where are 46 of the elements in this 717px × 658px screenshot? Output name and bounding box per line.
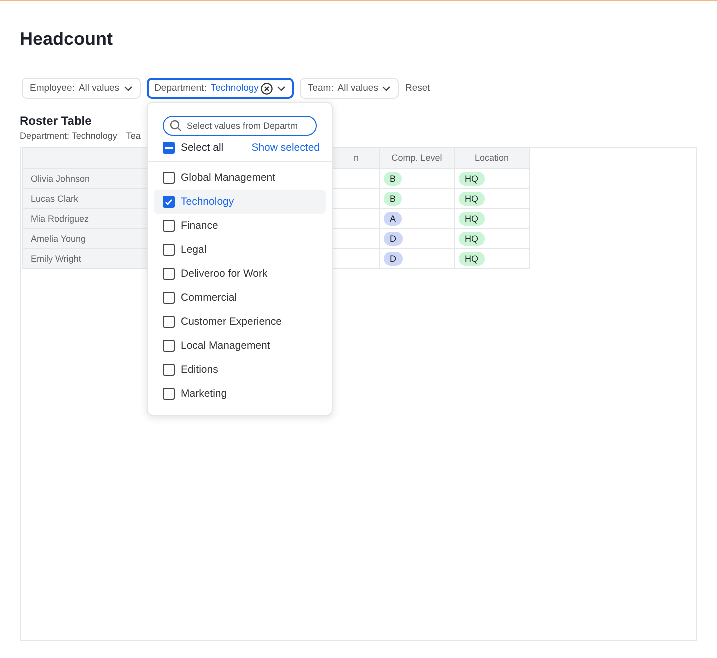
option-checkbox[interactable]: Global Management: [154, 166, 326, 190]
chevron-down-icon: [382, 86, 392, 92]
clear-icon[interactable]: [260, 82, 273, 94]
column-header: Location: [474, 153, 510, 163]
location-badge: HQ: [459, 232, 484, 246]
reset-button[interactable]: Reset: [405, 83, 430, 94]
search-field[interactable]: Select values from Departm: [163, 116, 317, 136]
page-title: Headcount: [20, 28, 114, 51]
option-checkbox[interactable]: Local Management: [154, 334, 326, 358]
level-badge: B: [384, 192, 402, 206]
option-checkbox[interactable]: Finance: [154, 214, 326, 238]
option-checkbox[interactable]: Deliveroo for Work: [154, 262, 326, 286]
select-all-checkbox[interactable]: Select all: [163, 142, 224, 154]
checkmark-icon: [165, 198, 173, 206]
location-badge: HQ: [459, 252, 484, 266]
employee-name: Olivia Johnson: [31, 174, 90, 184]
column-header: n: [354, 153, 359, 163]
option-checkbox[interactable]: Legal: [154, 238, 326, 262]
level-badge: D: [384, 232, 402, 246]
employee-name: Amelia Young: [31, 234, 86, 244]
level-badge: B: [384, 172, 402, 186]
location-badge: HQ: [459, 172, 484, 186]
option-checkbox[interactable]: Customer Experience: [154, 310, 326, 334]
option-checkbox[interactable]: Technology: [154, 190, 326, 214]
table-title: Roster Table: [20, 114, 92, 128]
filter-summary: Department: Technology: [20, 131, 118, 141]
option-checkbox[interactable]: Commercial: [154, 286, 326, 310]
option-checkbox[interactable]: Marketing: [154, 382, 326, 406]
show-selected-link[interactable]: Show selected: [252, 142, 320, 154]
chevron-down-icon: [276, 86, 286, 92]
level-badge: D: [384, 252, 402, 266]
search-icon: [170, 120, 182, 132]
column-header: Comp. Level: [390, 153, 444, 163]
minus-icon: [165, 147, 173, 149]
chevron-down-icon: [124, 86, 133, 92]
filter-dropdown[interactable]: Employee: All values: [22, 78, 141, 99]
option-checkbox[interactable]: Editions: [154, 358, 326, 382]
filter-summary: Tea: [126, 131, 141, 141]
employee-name: Emily Wright: [31, 254, 82, 264]
level-badge: A: [384, 212, 402, 226]
filter-dropdown[interactable]: Department: Technology: [146, 78, 294, 99]
location-badge: HQ: [459, 212, 484, 226]
employee-name: Mia Rodriguez: [31, 214, 90, 224]
employee-name: Lucas Clark: [31, 194, 79, 204]
filter-dropdown[interactable]: Team: All values: [300, 78, 400, 99]
location-badge: HQ: [459, 192, 484, 206]
